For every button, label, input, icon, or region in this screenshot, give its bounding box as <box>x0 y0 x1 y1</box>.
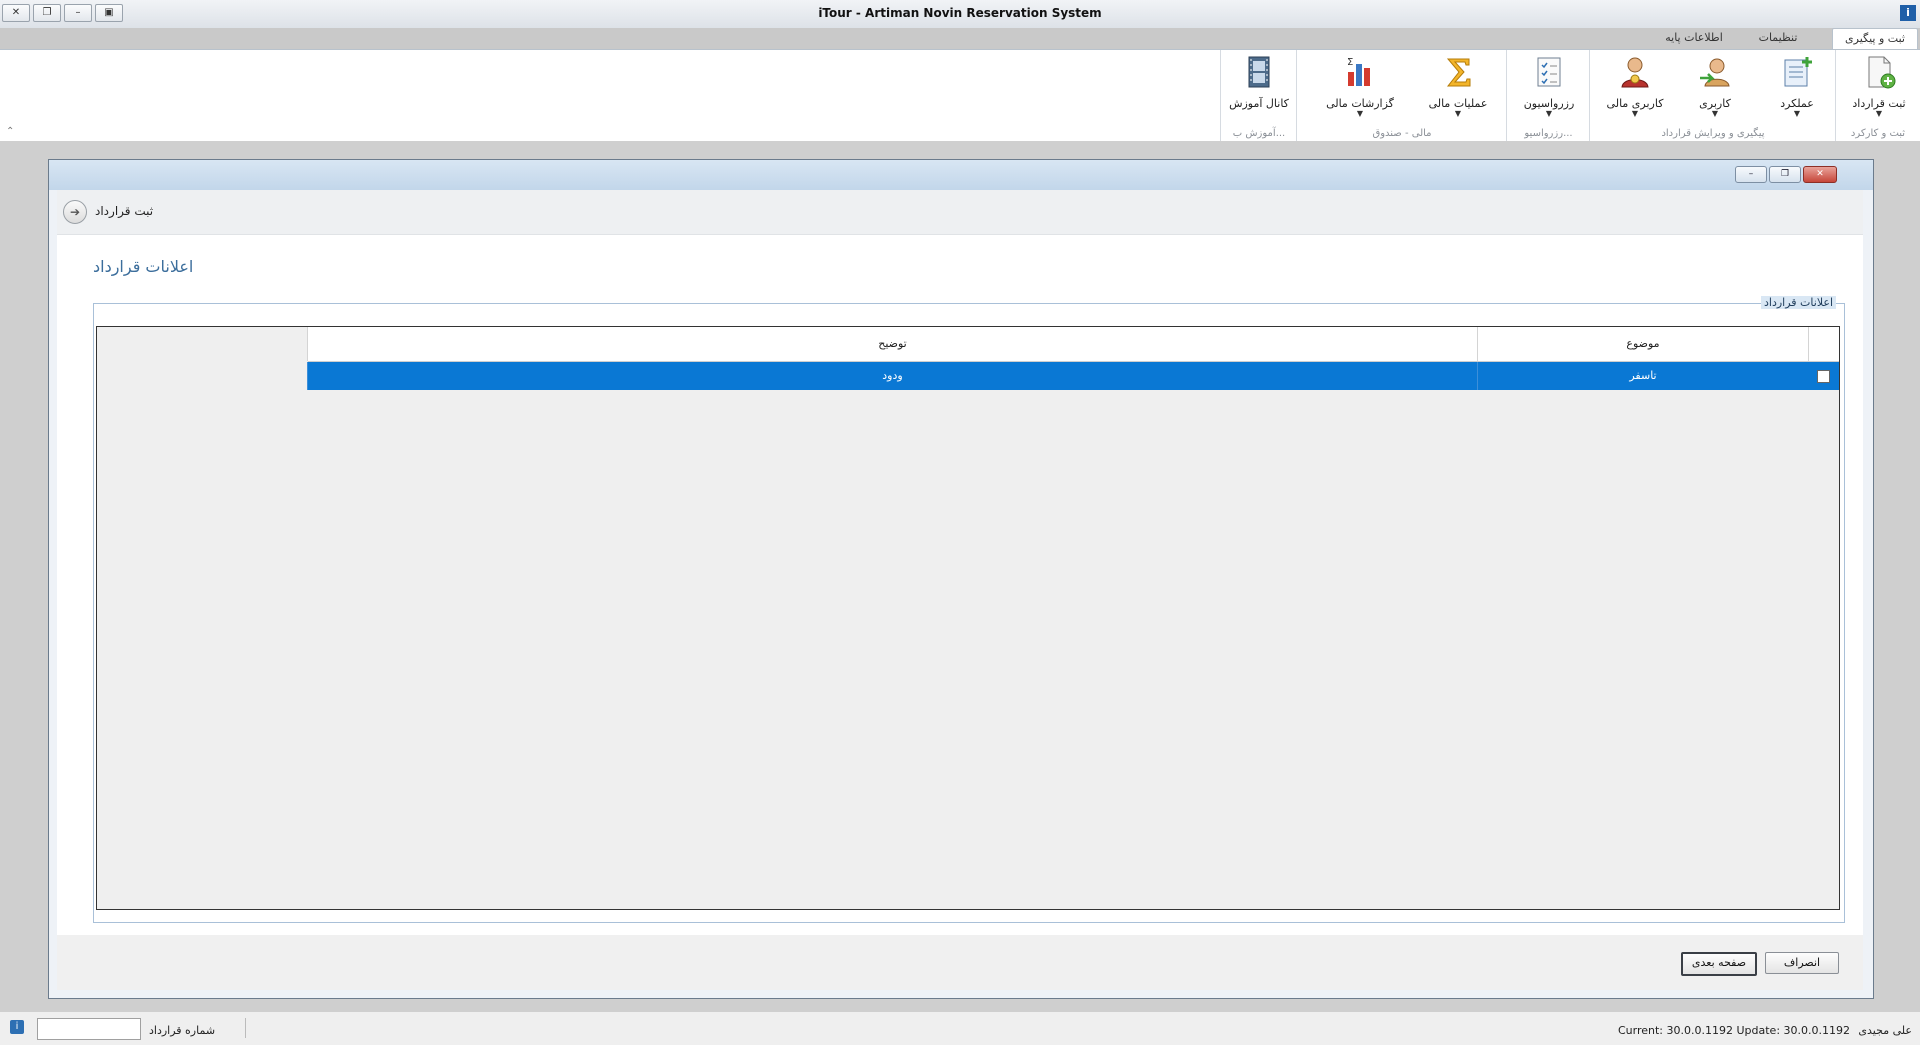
financial-reports-button[interactable]: Σ گزارشات مالی ▼ <box>1325 52 1395 124</box>
status-bar: i شماره قرارداد Current: 30.0.0.1192 Upd… <box>0 1011 1920 1045</box>
cell-description: ودود <box>307 362 1477 390</box>
svg-text:Σ: Σ <box>1347 57 1353 68</box>
collapse-ribbon-icon[interactable]: ⌃ <box>6 126 14 137</box>
table-row[interactable]: تاسفر ودود <box>307 362 1839 390</box>
user-button[interactable]: کاربری ▼ <box>1680 52 1750 124</box>
chevron-down-icon: ▼ <box>1875 109 1883 118</box>
title-bar: ✕ ❐ – ▣ iTour - Artiman Novin Reservatio… <box>0 0 1920 28</box>
notifications-group: اعلانات قرارداد موضوع توضیح تاسفر ودود <box>93 296 1845 923</box>
column-header-subject[interactable]: موضوع <box>1477 327 1808 361</box>
ribbon-group-training: کانال آموزش آموزش ب... <box>1220 50 1297 141</box>
group-label: آموزش ب... <box>1232 128 1286 139</box>
reservation-button[interactable]: رزرواسیون ▼ <box>1514 52 1584 124</box>
bar-chart-icon: Σ <box>1347 57 1370 86</box>
training-channel-button[interactable]: کانال آموزش <box>1224 52 1294 124</box>
ribbon-group-register: ثبت قرارداد ▼ ثبت و کارکرد <box>1835 50 1920 141</box>
dialog-footer: صفحه بعدی انصراف <box>57 938 1863 990</box>
chevron-down-icon: ▼ <box>1711 109 1719 118</box>
content-panel: اعلانات قرارداد اعلانات قرارداد موضوع تو… <box>57 235 1863 935</box>
arrow-right-icon[interactable]: ➔ <box>63 200 87 224</box>
chevron-down-icon: ▼ <box>1356 109 1364 118</box>
sigma-icon <box>1446 58 1471 87</box>
film-icon <box>1248 56 1270 88</box>
ribbon-group-followup: عملکرد ▼ کاربری ▼ کاربری مالی ▼ پیگیری و… <box>1589 50 1836 141</box>
group-label: مالی - صندوق <box>1372 128 1432 139</box>
column-header-description[interactable]: توضیح <box>307 327 1477 361</box>
tab-register-followup[interactable]: ثبت و پیگیری <box>1832 28 1918 50</box>
child-window-body: ➔ ثبت قرارداد اعلانات قرارداد اعلانات قر… <box>57 190 1863 990</box>
tab-settings[interactable]: تنظیمات <box>1748 28 1808 49</box>
financial-user-button[interactable]: کاربری مالی ▼ <box>1600 52 1670 124</box>
contract-number-input[interactable] <box>37 1018 141 1040</box>
ribbon-group-finance: عملیات مالی ▼ Σ گزارشات مالی ▼ مالی - صن… <box>1296 50 1507 141</box>
contract-number-label: شماره قرارداد <box>149 1024 216 1037</box>
page-title: اعلانات قرارداد <box>93 257 194 276</box>
tab-base-info[interactable]: اطلاعات پایه <box>1654 28 1734 49</box>
status-app-icon[interactable]: i <box>10 1020 24 1034</box>
child-close-button[interactable]: ✕ <box>1803 166 1837 183</box>
chevron-down-icon: ▼ <box>1631 109 1639 118</box>
breadcrumb: ➔ ثبت قرارداد <box>57 190 1863 235</box>
group-legend: اعلانات قرارداد <box>1761 296 1836 309</box>
notifications-grid[interactable]: موضوع توضیح تاسفر ودود <box>96 326 1840 910</box>
status-divider <box>245 1018 246 1038</box>
performance-button[interactable]: عملکرد ▼ <box>1762 52 1832 124</box>
financial-ops-button[interactable]: عملیات مالی ▼ <box>1423 52 1493 124</box>
child-window-caption: – ❐ ✕ <box>49 160 1873 190</box>
user-arrow-icon <box>1700 58 1730 87</box>
ribbon: ثبت قرارداد ▼ ثبت و کارکرد عملکرد ▼ کارب… <box>0 49 1920 142</box>
mdi-workspace: – ❐ ✕ ➔ ثبت قرارداد اعلانات قرارداد اعلا… <box>0 141 1920 1011</box>
ribbon-group-reservation: رزرواسیون ▼ رزرواسیو... <box>1506 50 1590 141</box>
contract-child-window: – ❐ ✕ ➔ ثبت قرارداد اعلانات قرارداد اعلا… <box>48 159 1874 999</box>
cancel-button[interactable]: انصراف <box>1765 952 1839 974</box>
chevron-down-icon: ▼ <box>1454 109 1462 118</box>
checkbox-column-header[interactable] <box>1808 327 1839 361</box>
checklist-icon <box>1537 57 1561 87</box>
group-label: پیگیری و ویرایش قرارداد <box>1661 128 1765 139</box>
register-contract-button[interactable]: ثبت قرارداد ▼ <box>1844 52 1914 124</box>
chevron-down-icon: ▼ <box>1793 109 1801 118</box>
cell-subject: تاسفر <box>1477 362 1808 390</box>
next-page-button[interactable]: صفحه بعدی <box>1681 952 1757 976</box>
new-document-icon <box>1868 56 1896 89</box>
chevron-down-icon: ▼ <box>1545 109 1553 118</box>
version-text: Current: 30.0.0.1192 Update: 30.0.0.1192 <box>1617 1024 1850 1037</box>
user-money-icon <box>1621 57 1649 88</box>
training-channel-label: کانال آموزش <box>1229 97 1289 110</box>
row-checkbox[interactable] <box>1817 370 1830 383</box>
breadcrumb-text: ثبت قرارداد <box>95 204 154 218</box>
group-label: رزرواسیو... <box>1524 128 1573 139</box>
grid-header: موضوع توضیح <box>307 327 1839 362</box>
group-label: ثبت و کارکرد <box>1850 128 1906 139</box>
app-icon[interactable]: i <box>1900 5 1916 21</box>
list-add-icon <box>1784 57 1812 87</box>
window-title: iTour - Artiman Novin Reservation System <box>818 6 1102 20</box>
current-user: علی مجیدی <box>1858 1024 1912 1037</box>
child-restore-button[interactable]: ❐ <box>1769 166 1801 183</box>
ribbon-tabs: ثبت و پیگیری تنظیمات اطلاعات پایه <box>1220 28 1920 50</box>
child-minimize-button[interactable]: – <box>1735 166 1767 183</box>
